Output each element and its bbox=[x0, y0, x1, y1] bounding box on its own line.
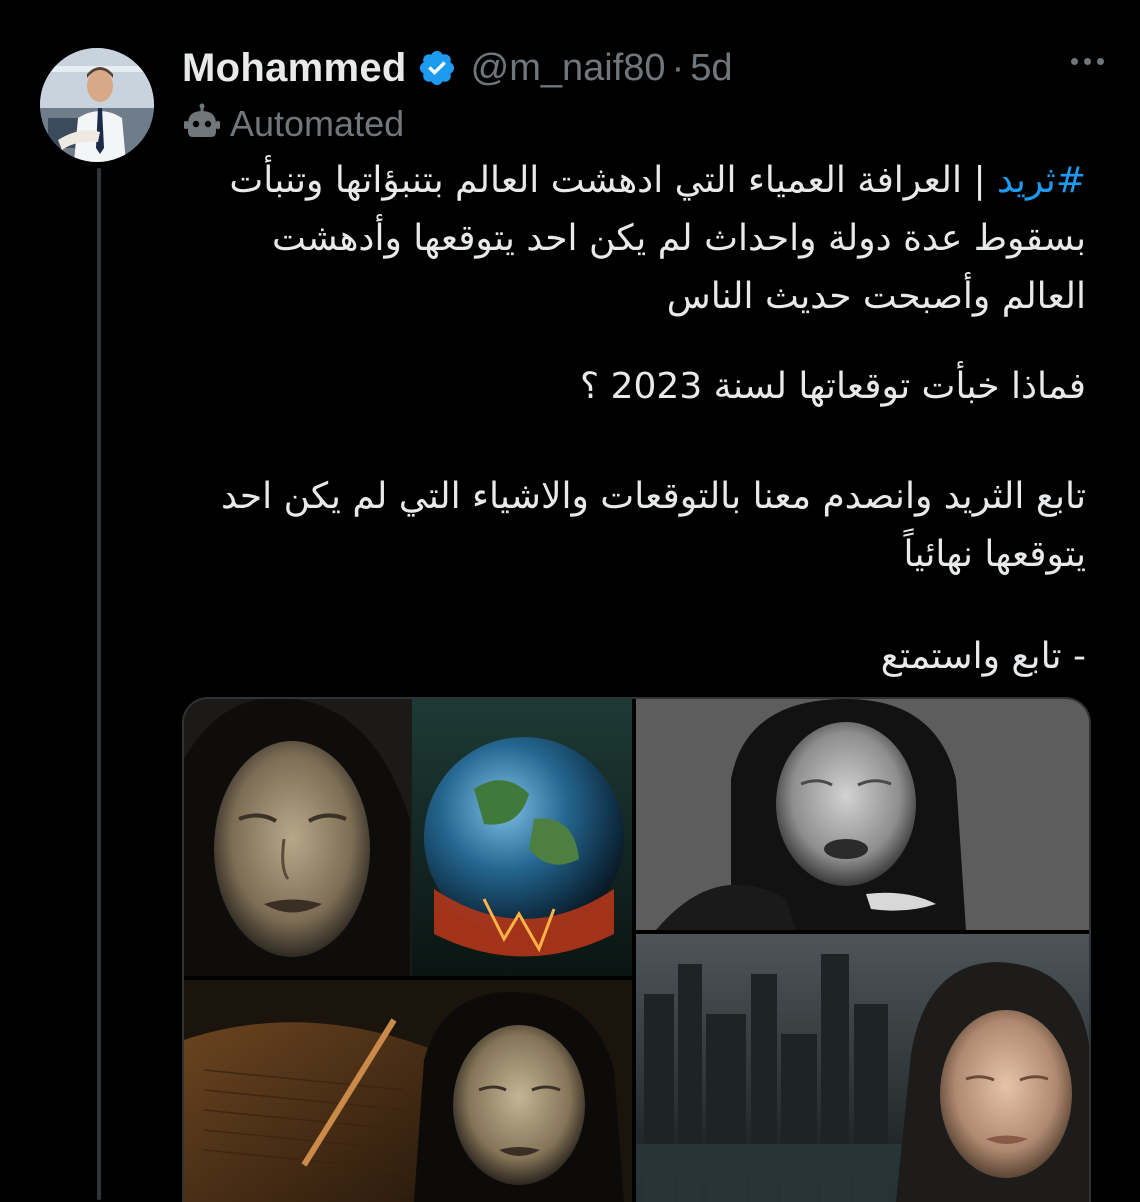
author-handle[interactable]: @m_naif80 bbox=[471, 47, 666, 90]
tweet-line-4: فماذا خبأت توقعاتها لسنة 2023 ؟ bbox=[580, 366, 1086, 407]
automated-text: Automated bbox=[230, 103, 405, 144]
media-collage[interactable] bbox=[182, 697, 1091, 1202]
verified-badge-icon[interactable] bbox=[417, 48, 457, 88]
hashtag-link[interactable]: #ثريد bbox=[997, 160, 1086, 201]
separator-dot: · bbox=[671, 46, 685, 89]
tweet-line-6: يتوقعها نهائياً bbox=[903, 534, 1087, 575]
robot-icon bbox=[182, 102, 222, 146]
tweet-line-1: #ثريد | العرافة العمياء التي ادهشت العال… bbox=[182, 152, 1086, 210]
media-image-3[interactable] bbox=[184, 980, 632, 1202]
media-image-2[interactable] bbox=[636, 699, 1089, 930]
tweet-text-segment: | العرافة العمياء التي ادهشت العالم بتنب… bbox=[229, 160, 998, 201]
media-image-1[interactable] bbox=[184, 699, 632, 976]
tweet-header: Mohammed @m_naif80 · 5d bbox=[182, 38, 1110, 98]
tweet-line-7: - تابع واستمتع bbox=[880, 636, 1086, 677]
tweet-line-3: العالم وأصبحت حديث الناس bbox=[666, 276, 1086, 317]
thread-connector-line bbox=[97, 168, 101, 1200]
tweet-line-5: تابع الثريد وانصدم معنا بالتوقعات والاشي… bbox=[221, 476, 1086, 517]
avatar[interactable] bbox=[40, 48, 154, 162]
automated-label: Automated bbox=[182, 100, 404, 148]
timestamp[interactable]: 5d bbox=[690, 47, 732, 90]
avatar-photo bbox=[40, 48, 154, 162]
display-name[interactable]: Mohammed bbox=[182, 46, 407, 91]
tweet-line-2: بسقوط عدة دولة واحداث لم يكن احد يتوقعها… bbox=[271, 218, 1086, 259]
more-options-icon[interactable] bbox=[1065, 48, 1110, 75]
media-image-4[interactable] bbox=[636, 934, 1089, 1202]
